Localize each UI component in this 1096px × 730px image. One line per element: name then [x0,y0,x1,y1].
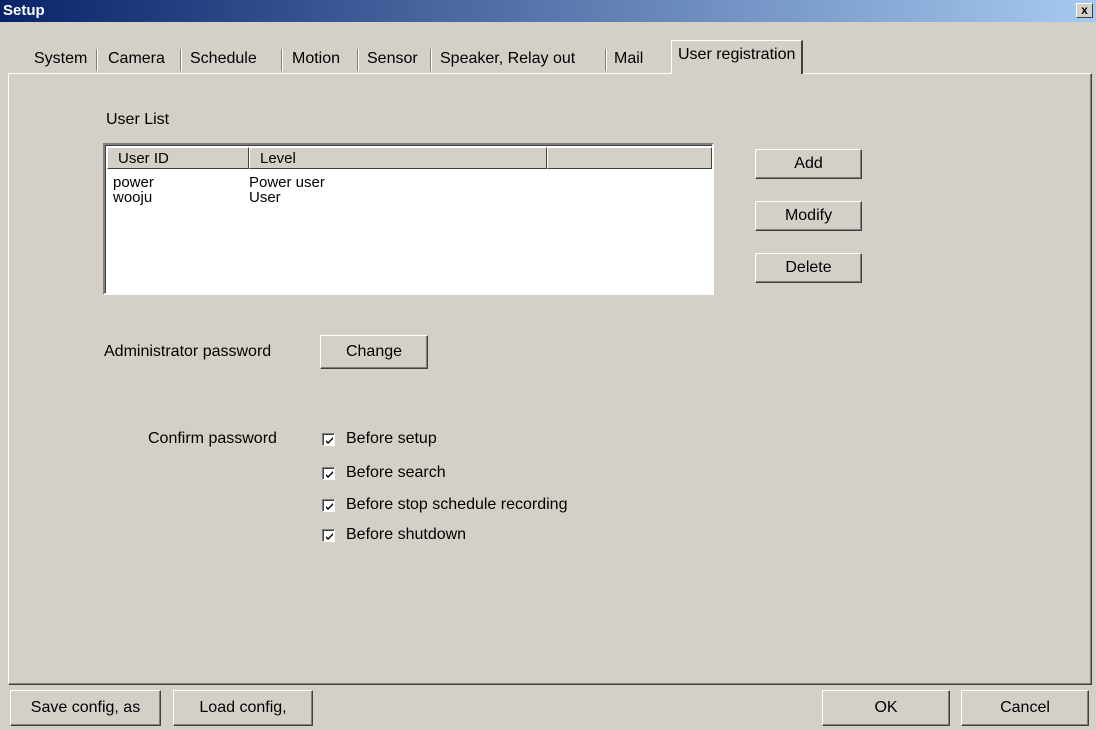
before-setup-checkbox[interactable] [322,433,335,446]
checkmark-icon [326,503,333,510]
before-setup-label: Before setup [346,430,437,447]
column-header-user-id[interactable]: User ID [107,147,249,169]
change-password-button[interactable]: Change [320,335,428,369]
before-search-checkbox[interactable] [322,467,335,480]
tab-camera[interactable]: Camera [108,45,165,74]
delete-button[interactable]: Delete [755,253,862,283]
tab-separator [357,49,359,71]
column-header-level[interactable]: Level [249,147,547,169]
cancel-button[interactable]: Cancel [961,690,1089,726]
checkmark-icon [326,437,333,444]
tab-separator [281,49,283,71]
list-item-level: Power user [249,174,325,191]
window-title: Setup [3,2,45,19]
save-config-as-button[interactable]: Save config, as [10,690,161,726]
list-item-user-id[interactable]: power [113,175,154,190]
list-item-user-id[interactable]: wooju [113,190,152,205]
admin-password-label: Administrator password [104,343,272,360]
user-list[interactable]: User ID Level power Power user wooju Use… [103,143,714,295]
tab-system[interactable]: System [34,45,87,74]
window-titlebar: Setup x [0,0,1096,22]
tab-schedule[interactable]: Schedule [190,45,257,74]
before-shutdown-checkbox[interactable] [322,529,335,542]
modify-button[interactable]: Modify [755,201,862,231]
user-list-header: User ID Level [107,147,712,170]
add-button[interactable]: Add [755,149,862,179]
before-stop-schedule-recording-label: Before stop schedule recording [346,496,568,513]
tab-sensor[interactable]: Sensor [367,45,418,74]
close-button[interactable]: x [1076,3,1093,18]
user-list-heading: User List [106,111,170,128]
column-header-empty[interactable] [547,147,712,169]
checkmark-icon [326,471,333,478]
tab-separator [605,49,607,71]
tab-motion[interactable]: Motion [292,45,340,74]
tab-separator [96,49,98,71]
tab-user-registration[interactable]: User registration [671,40,804,74]
tab-separator [430,49,432,71]
checkmark-icon [326,533,333,540]
list-item-level: User [249,189,281,206]
before-shutdown-label: Before shutdown [346,526,467,543]
load-config-button[interactable]: Load config, [173,690,313,726]
confirm-password-label: Confirm password [148,430,277,447]
tab-separator [180,49,182,71]
before-stop-schedule-recording-checkbox[interactable] [322,499,335,512]
tab-mail[interactable]: Mail [614,45,643,74]
tab-speaker-relay-out[interactable]: Speaker, Relay out [440,45,575,74]
before-search-label: Before search [346,464,446,481]
ok-button[interactable]: OK [822,690,950,726]
close-icon: x [1081,3,1088,17]
